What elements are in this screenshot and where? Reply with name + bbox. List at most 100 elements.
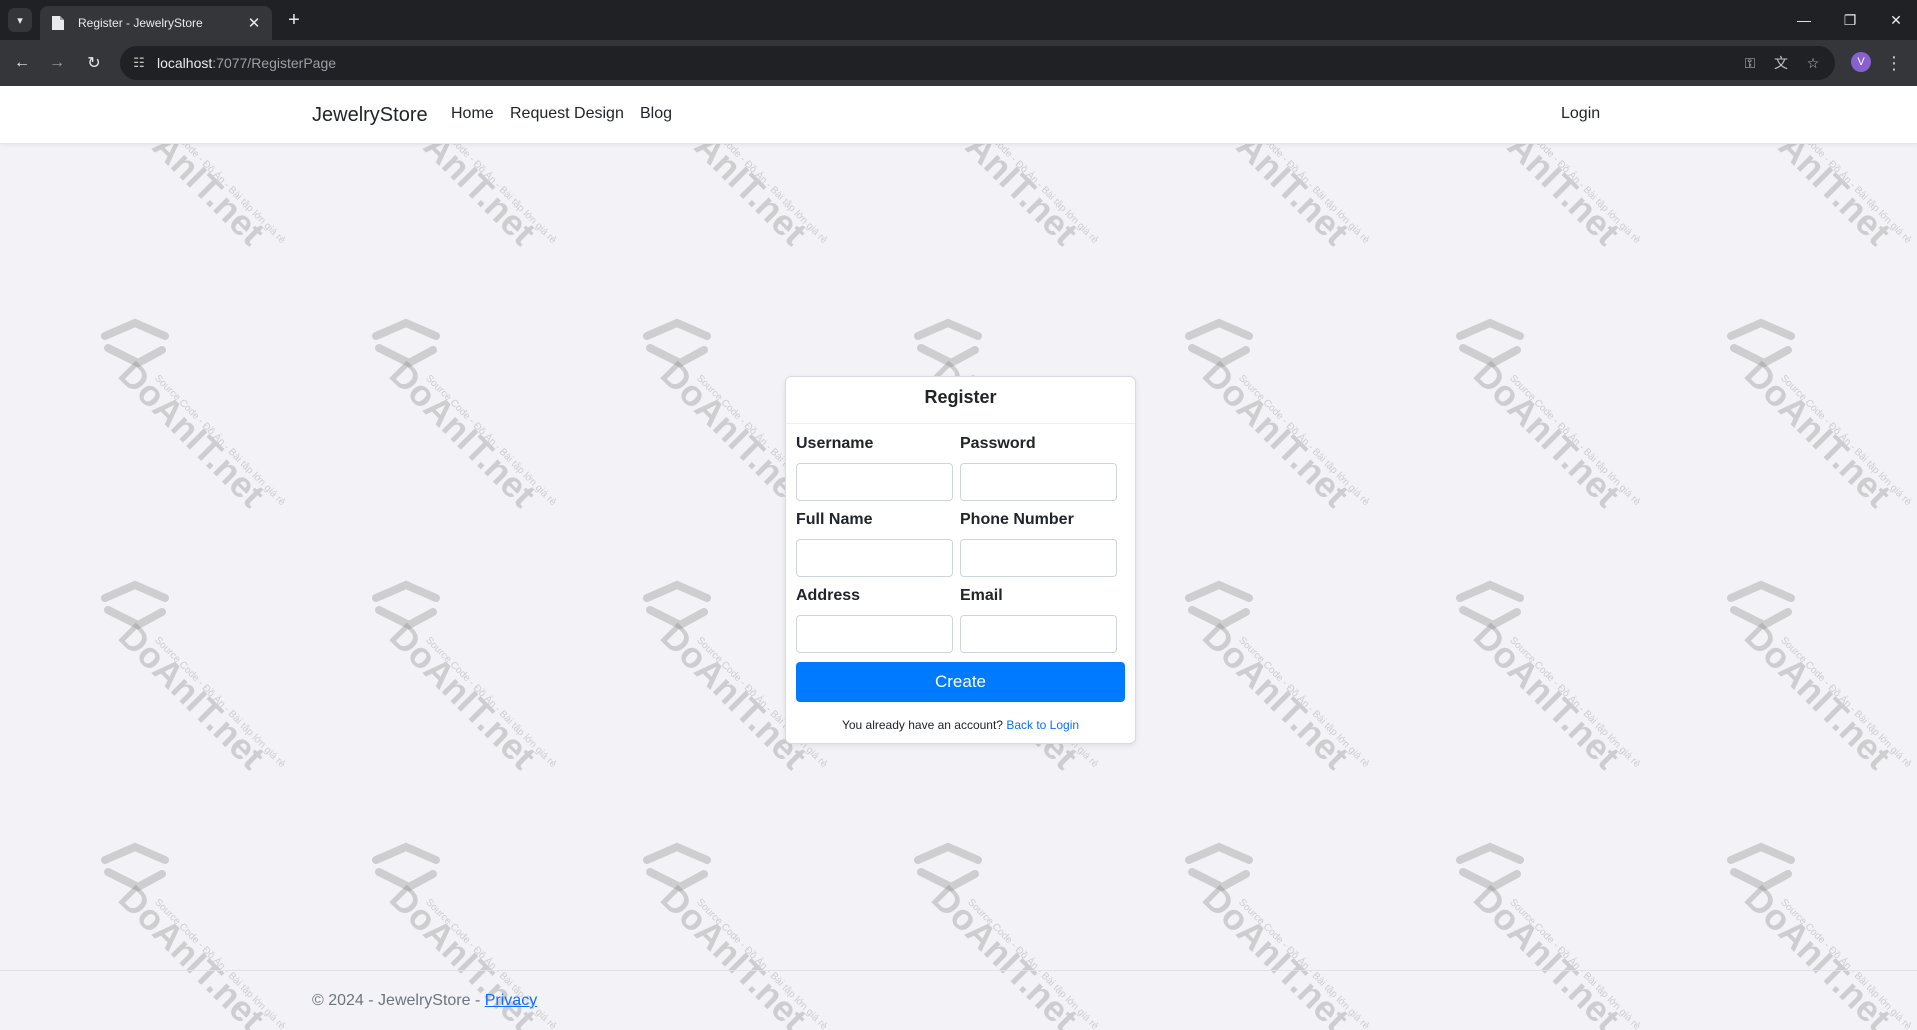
watermark-text: DoAnIT.net bbox=[1195, 615, 1357, 777]
watermark-tile: DoAnIT.netSource Code - Đồ Án - Bài tập … bbox=[1455, 318, 1705, 528]
account-prompt-text: You already have an account? bbox=[841, 718, 1003, 732]
card-header: Register bbox=[786, 377, 1135, 424]
register-title: Register bbox=[924, 387, 997, 407]
fullname-input[interactable] bbox=[796, 539, 953, 577]
address-bar[interactable]: ☷ localhost:7077/RegisterPage ⚿ 文 ☆ bbox=[120, 46, 1835, 80]
watermark-tile: DoAnIT.netSource Code - Đồ Án - Bài tập … bbox=[1184, 580, 1434, 790]
watermark-subtext: Source Code - Đồ Án - Bài tập lớn giá rẻ bbox=[1236, 635, 1372, 771]
site-info-icon[interactable]: ☷ bbox=[130, 54, 148, 72]
watermark-subtext: Source Code - Đồ Án - Bài tập lớn giá rẻ bbox=[1236, 373, 1372, 509]
watermark-text: DoAnIT.net bbox=[111, 615, 273, 777]
watermark-subtext: Source Code - Đồ Án - Bài tập lớn giá rẻ bbox=[1778, 373, 1914, 509]
email-input[interactable] bbox=[960, 615, 1117, 653]
translate-icon[interactable]: 文 bbox=[1771, 54, 1791, 72]
bookmark-star-icon[interactable]: ☆ bbox=[1803, 54, 1823, 72]
watermark-logo-icon bbox=[1456, 580, 1524, 630]
site-navbar: JewelryStore Home Request Design Blog Lo… bbox=[0, 86, 1917, 144]
new-tab-plus-icon[interactable]: + bbox=[282, 8, 306, 32]
watermark-text: DoAnIT.net bbox=[382, 353, 544, 515]
watermark-tile: DoAnIT.netSource Code - Đồ Án - Bài tập … bbox=[100, 318, 350, 528]
nav-link-blog[interactable]: Blog bbox=[640, 105, 672, 123]
reload-icon[interactable]: ↻ bbox=[82, 51, 106, 75]
watermark-logo-icon bbox=[101, 318, 169, 368]
watermark-text: DoAnIT.net bbox=[111, 353, 273, 515]
nav-link-request-design[interactable]: Request Design bbox=[510, 105, 624, 123]
watermark-logo-icon bbox=[101, 580, 169, 630]
window-close-icon[interactable]: ✕ bbox=[1878, 8, 1914, 32]
watermark-tile: DoAnIT.netSource Code - Đồ Án - Bài tập … bbox=[1455, 580, 1705, 790]
watermark-text: DoAnIT.net bbox=[1195, 353, 1357, 515]
watermark-logo-icon bbox=[1727, 580, 1795, 630]
watermark-tile: DoAnIT.netSource Code - Đồ Án - Bài tập … bbox=[1726, 580, 1917, 790]
watermark-logo-icon bbox=[1456, 318, 1524, 368]
watermark-logo-icon bbox=[1185, 580, 1253, 630]
back-arrow-icon[interactable]: ← bbox=[10, 51, 34, 75]
watermark-subtext: Source Code - Đồ Án - Bài tập lớn giá rẻ bbox=[423, 635, 559, 771]
watermark-subtext: Source Code - Đồ Án - Bài tập lớn giá rẻ bbox=[1507, 635, 1643, 771]
tab-title: Register - JewelryStore bbox=[78, 16, 203, 30]
password-key-icon[interactable]: ⚿ bbox=[1740, 54, 1760, 72]
browser-tab-active[interactable]: Register - JewelryStore ✕ bbox=[40, 6, 272, 40]
watermark-logo-icon bbox=[914, 318, 982, 368]
watermark-logo-icon bbox=[372, 842, 440, 892]
watermark-logo-icon bbox=[101, 842, 169, 892]
site-footer bbox=[0, 970, 1917, 1030]
restore-icon[interactable]: ❐ bbox=[1832, 8, 1868, 32]
watermark-subtext: Source Code - Đồ Án - Bài tập lớn giá rẻ bbox=[1507, 373, 1643, 509]
watermark-logo-icon bbox=[643, 318, 711, 368]
phone-input[interactable] bbox=[960, 539, 1117, 577]
copyright-text: © 2024 - JewelryStore - bbox=[312, 992, 485, 1009]
fullname-label: Full Name bbox=[796, 511, 873, 528]
nav-link-home[interactable]: Home bbox=[451, 105, 494, 123]
profile-avatar[interactable]: V bbox=[1851, 52, 1871, 72]
watermark-tile: DoAnIT.netSource Code - Đồ Án - Bài tập … bbox=[1184, 318, 1434, 528]
watermark-logo-icon bbox=[372, 580, 440, 630]
create-button[interactable]: Create bbox=[796, 662, 1125, 702]
watermark-logo-icon bbox=[643, 842, 711, 892]
watermark-tile: DoAnIT.netSource Code - Đồ Án - Bài tập … bbox=[1726, 318, 1917, 528]
forward-arrow-icon[interactable]: → bbox=[45, 51, 69, 75]
footer-copyright: © 2024 - JewelryStore - Privacy bbox=[312, 992, 537, 1010]
phone-label: Phone Number bbox=[960, 511, 1074, 528]
watermark-logo-icon bbox=[372, 318, 440, 368]
watermark-subtext: Source Code - Đồ Án - Bài tập lớn giá rẻ bbox=[152, 635, 288, 771]
register-card: Register Username Password Full Name Pho… bbox=[785, 376, 1136, 744]
nav-link-login[interactable]: Login bbox=[1561, 105, 1600, 123]
watermark-subtext: Source Code - Đồ Án - Bài tập lớn giá rẻ bbox=[152, 373, 288, 509]
watermark-logo-icon bbox=[1185, 842, 1253, 892]
watermark-logo-icon bbox=[1185, 318, 1253, 368]
password-label: Password bbox=[960, 435, 1036, 452]
minimize-icon[interactable]: — bbox=[1786, 8, 1822, 32]
address-label: Address bbox=[796, 587, 861, 604]
brand-logo[interactable]: JewelryStore bbox=[312, 104, 428, 127]
browser-menu-icon[interactable]: ⋮ bbox=[1884, 51, 1904, 75]
username-input[interactable] bbox=[796, 463, 953, 501]
username-label: Username bbox=[796, 435, 874, 452]
password-input[interactable] bbox=[960, 463, 1117, 501]
watermark-logo-icon bbox=[1727, 318, 1795, 368]
watermark-text: DoAnIT.net bbox=[1737, 615, 1899, 777]
browser-toolbar: ← → ↻ ☷ localhost:7077/RegisterPage ⚿ 文 … bbox=[0, 40, 1917, 86]
page-favicon-icon bbox=[50, 15, 66, 31]
watermark-tile: DoAnIT.netSource Code - Đồ Án - Bài tập … bbox=[100, 580, 350, 790]
privacy-link[interactable]: Privacy bbox=[485, 992, 537, 1009]
login-prompt: You already have an account? Back to Log… bbox=[786, 718, 1135, 732]
email-label: Email bbox=[960, 587, 1003, 604]
page-viewport: DoAnIT.net Source Code - Đồ Án - Bài tập … bbox=[0, 86, 1917, 1030]
watermark-tile: DoAnIT.netSource Code - Đồ Án - Bài tập … bbox=[371, 580, 621, 790]
tab-close-icon[interactable]: ✕ bbox=[244, 14, 264, 32]
address-input[interactable] bbox=[796, 615, 953, 653]
url-text[interactable]: localhost:7077/RegisterPage bbox=[157, 55, 336, 71]
watermark-text: DoAnIT.net bbox=[382, 615, 544, 777]
watermark-tile: DoAnIT.netSource Code - Đồ Án - Bài tập … bbox=[371, 318, 621, 528]
watermark-text: DoAnIT.net bbox=[1466, 615, 1628, 777]
watermark-logo-icon bbox=[914, 842, 982, 892]
watermark-logo-icon bbox=[643, 580, 711, 630]
back-to-login-link[interactable]: Back to Login bbox=[1006, 718, 1079, 732]
watermark-subtext: Source Code - Đồ Án - Bài tập lớn giá rẻ bbox=[423, 373, 559, 509]
watermark-text: DoAnIT.net bbox=[1466, 353, 1628, 515]
watermark-subtext: Source Code - Đồ Án - Bài tập lớn giá rẻ bbox=[1778, 635, 1914, 771]
watermark-text: DoAnIT.net bbox=[1737, 353, 1899, 515]
watermark-logo-icon bbox=[1727, 842, 1795, 892]
tab-search-chevron-icon[interactable]: ▾ bbox=[8, 8, 32, 32]
